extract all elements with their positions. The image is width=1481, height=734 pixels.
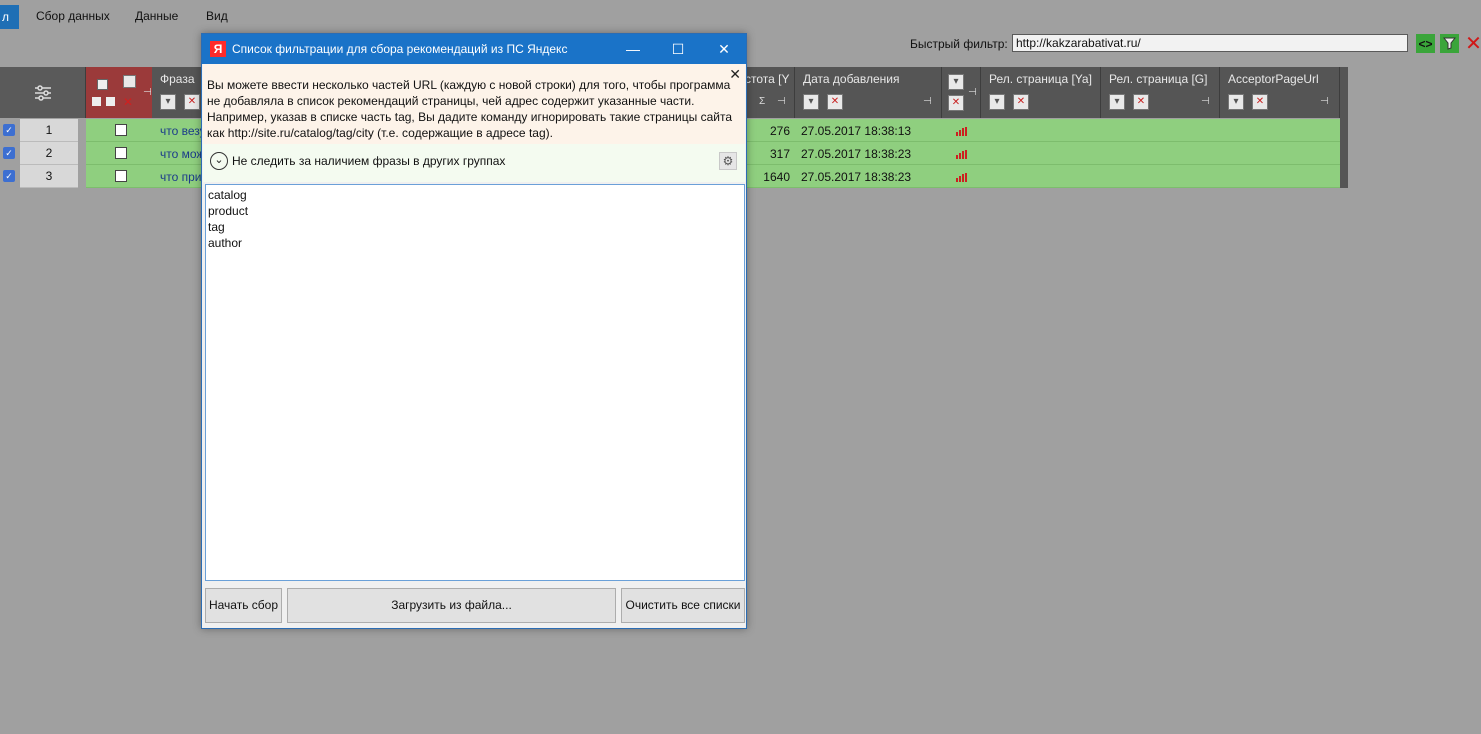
option-row: ⌄ Не следить за наличием фразы в других … <box>203 144 745 182</box>
info-line: Вы можете ввести несколько частей URL (к… <box>207 78 731 92</box>
shield-icon: ✓ <box>3 170 15 182</box>
gear-icon[interactable]: ⚙ <box>719 152 737 170</box>
column-rel-page-g[interactable]: Рел. страница [G] ▾ ✕ ⊣ <box>1101 67 1220 118</box>
textarea-line: catalog <box>208 188 247 202</box>
info-line: Например, указав в списке часть tag, Вы … <box>207 110 732 124</box>
pin-icon[interactable]: ⊣ <box>1201 96 1210 107</box>
row-checkbox[interactable] <box>115 147 127 159</box>
column-frequency[interactable]: стота [Y Σ ⊣ <box>745 67 795 118</box>
filter-icon[interactable]: ▾ <box>948 74 964 90</box>
textarea-line: tag <box>208 220 225 234</box>
column-chart[interactable]: ▾ ✕ ⊣ <box>942 67 981 118</box>
clear-filter-icon[interactable]: ✕ <box>1252 94 1268 110</box>
load-from-file-button[interactable]: Загрузить из файла... <box>287 588 616 623</box>
column-acceptor-page-url[interactable]: AcceptorPageUrl ▾ ✕ ⊣ <box>1220 67 1340 118</box>
filter-list-dialog: Я Список фильтрации для сбора рекомендац… <box>201 33 747 629</box>
clear-filter-icon[interactable]: ✕ <box>827 94 843 110</box>
row-phrase[interactable]: что при <box>160 170 202 184</box>
row-frequency: 317 <box>769 147 790 161</box>
row-frequency: 276 <box>769 124 790 138</box>
close-button[interactable]: ✕ <box>712 38 736 60</box>
row-date: 27.05.2017 18:38:13 <box>801 124 912 138</box>
row-date: 27.05.2017 18:38:23 <box>801 170 912 184</box>
column-title: стота [Y <box>745 72 790 86</box>
row-date: 27.05.2017 18:38:23 <box>801 147 912 161</box>
clear-icon[interactable]: ✕ <box>123 95 133 109</box>
pin-icon[interactable]: ⊣ <box>1320 96 1329 107</box>
url-parts-textarea[interactable]: catalog product tag author <box>205 184 745 581</box>
column-title: Дата добавления <box>803 72 900 86</box>
row-number: 2 <box>20 142 78 165</box>
filter-icon[interactable]: ▾ <box>1228 94 1244 110</box>
clear-filter-icon[interactable]: ✕ <box>1133 94 1149 110</box>
row-number: 3 <box>20 165 78 188</box>
select-all-checkbox[interactable] <box>97 79 108 90</box>
clear-filter-icon[interactable]: ✕ <box>948 95 964 111</box>
row-phrase[interactable]: что мож <box>160 147 204 161</box>
clear-filter-icon[interactable]: ✕ <box>1013 94 1029 110</box>
chart-bars-icon[interactable] <box>956 150 968 159</box>
pin-icon[interactable]: ⊣ <box>968 87 977 98</box>
info-line: не добавляла в список рекомендаций стран… <box>207 94 695 108</box>
quick-filter-input[interactable]: http://kakzarabativat.ru/ <box>1012 34 1408 52</box>
menu-item-view[interactable]: Вид <box>206 9 228 23</box>
code-toggle-icon[interactable]: <> <box>1416 34 1435 53</box>
column-rel-page-ya[interactable]: Рел. страница [Ya] ▾ ✕ <box>981 67 1101 118</box>
row-checkbox[interactable] <box>115 124 127 136</box>
row-number: 1 <box>20 119 78 142</box>
menu-item-main[interactable]: л <box>0 5 19 29</box>
column-title: AcceptorPageUrl <box>1228 72 1319 86</box>
menu-item-data-collection[interactable]: Сбор данных <box>36 9 110 23</box>
maximize-button[interactable]: ☐ <box>666 38 690 60</box>
column-phrase[interactable]: Фраза ▾ ✕ <box>152 67 204 118</box>
clear-filter-icon[interactable]: ✕ <box>184 94 200 110</box>
pin-icon[interactable]: ⊣ <box>923 96 932 107</box>
clear-filter-icon[interactable]: ✕ <box>1464 33 1481 55</box>
info-line: как http://site.ru/catalog/tag/city (т.е… <box>207 126 553 140</box>
option-label[interactable]: Не следить за наличием фразы в других гр… <box>232 154 505 168</box>
row-checkbox[interactable] <box>115 170 127 182</box>
filter-icon[interactable]: ▾ <box>160 94 176 110</box>
grid-right-edge <box>1340 67 1348 188</box>
column-settings-icon[interactable] <box>0 67 86 118</box>
textarea-line: author <box>208 236 243 250</box>
dialog-title: Список фильтрации для сбора рекомендаций… <box>232 42 568 56</box>
chart-bars-icon[interactable] <box>956 173 968 182</box>
yandex-icon: Я <box>210 41 226 57</box>
sum-icon: Σ <box>759 96 766 107</box>
menu-bar: л Сбор данных Данные Вид <box>0 0 1481 34</box>
chart-bars-icon[interactable] <box>956 127 968 136</box>
start-collection-button[interactable]: Начать сбор <box>205 588 282 623</box>
toggle-icon[interactable] <box>92 97 101 106</box>
filter-icon[interactable]: ▾ <box>1109 94 1125 110</box>
column-title: Фраза <box>160 72 195 86</box>
quick-filter-label: Быстрый фильтр: <box>910 37 1008 51</box>
column-title: Рел. страница [G] <box>1109 72 1208 86</box>
chevron-down-icon[interactable]: ⌄ <box>210 152 228 170</box>
shield-icon: ✓ <box>3 124 15 136</box>
row-frequency: 1640 <box>763 170 790 184</box>
pin-icon[interactable]: ⊣ <box>777 96 786 107</box>
dialog-title-bar[interactable]: Я Список фильтрации для сбора рекомендац… <box>202 34 746 64</box>
filter-icon[interactable] <box>1440 34 1459 53</box>
select-all-column: ✕ ⊣ <box>86 67 152 118</box>
filter-icon[interactable]: ▾ <box>803 94 819 110</box>
textarea-line: product <box>208 204 249 218</box>
shield-icon: ✓ <box>3 147 15 159</box>
row-phrase[interactable]: что везу <box>160 124 206 138</box>
clear-all-lists-button[interactable]: Очистить все списки <box>621 588 745 623</box>
minimize-button[interactable]: — <box>621 38 645 60</box>
info-text: Вы можете ввести несколько частей URL (к… <box>207 77 737 141</box>
column-title: Рел. страница [Ya] <box>989 72 1092 86</box>
filter-icon[interactable]: ▾ <box>989 94 1005 110</box>
toggle-icon[interactable] <box>106 97 115 106</box>
filter-icon[interactable] <box>123 75 136 88</box>
info-panel: ✕ Вы можете ввести несколько частей URL … <box>203 64 745 144</box>
column-date-added[interactable]: Дата добавления ▾ ✕ ⊣ <box>795 67 942 118</box>
menu-item-data[interactable]: Данные <box>135 9 178 23</box>
pin-icon[interactable]: ⊣ <box>143 87 152 98</box>
